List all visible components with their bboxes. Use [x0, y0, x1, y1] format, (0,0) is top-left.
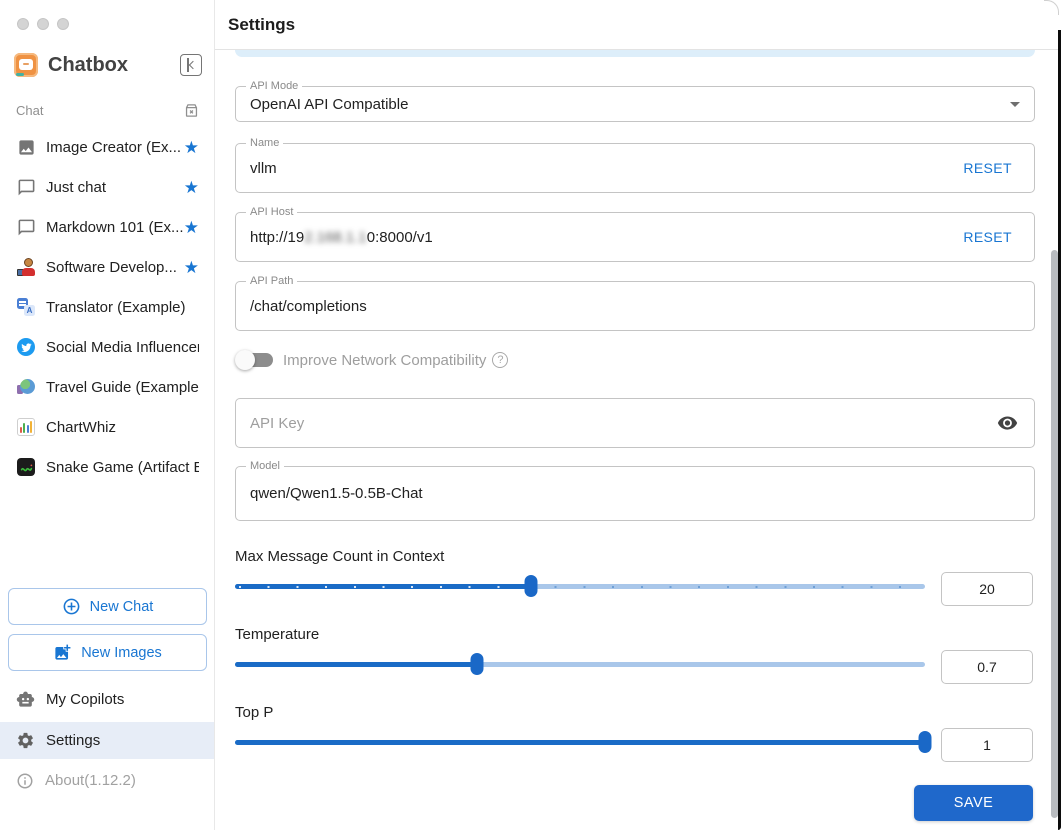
max-message-count-slider[interactable]: [235, 575, 925, 597]
network-compatibility-toggle[interactable]: [235, 347, 273, 373]
scrollbar-thumb[interactable]: [1051, 250, 1058, 818]
chat-item-travel-guide[interactable]: Travel Guide (Example): [0, 367, 214, 407]
api-key-input[interactable]: [250, 399, 938, 447]
globe-icon: [16, 377, 36, 397]
show-password-icon[interactable]: [997, 413, 1018, 434]
my-copilots-label: My Copilots: [46, 691, 125, 708]
minimize-window-icon[interactable]: [37, 18, 49, 30]
save-button[interactable]: SAVE: [914, 785, 1033, 821]
chatbox-app: Chatbox Chat Image Creator (Ex... ★ Just…: [0, 0, 1061, 830]
name-reset-button[interactable]: RESET: [963, 160, 1012, 176]
top-p-slider[interactable]: [235, 731, 932, 753]
chevron-down-icon: [1010, 102, 1020, 107]
star-icon[interactable]: ★: [184, 179, 199, 196]
chat-item-software-developer[interactable]: Software Develop... ★: [0, 247, 214, 287]
api-host-input[interactable]: http://19 2.168.1.1 0:8000/v1: [250, 213, 938, 261]
temperature-slider[interactable]: [235, 653, 925, 675]
chat-item-label: Translator (Example): [46, 298, 186, 316]
robot-icon: [16, 690, 35, 709]
chat-item-label: Just chat: [46, 178, 107, 196]
chat-item-label: Image Creator (Ex...: [46, 138, 182, 156]
api-mode-select[interactable]: API Mode OpenAI API Compatible: [235, 80, 1035, 122]
api-host-field: API Host http://19 2.168.1.1 0:8000/v1 RES…: [235, 206, 1035, 262]
chat-item-translator[interactable]: A Translator (Example): [0, 287, 214, 327]
settings-item[interactable]: Settings: [0, 722, 214, 759]
window-controls: [17, 18, 69, 30]
about-item[interactable]: About(1.12.2): [0, 762, 214, 799]
chat-item-snake-game[interactable]: Snake Game (Artifact E...: [0, 447, 214, 487]
api-path-field: API Path: [235, 275, 1035, 331]
new-chat-button[interactable]: New Chat: [8, 588, 207, 625]
chat-bubble-icon: [16, 177, 36, 197]
app-brand: Chatbox: [14, 52, 202, 78]
api-host-reset-button[interactable]: RESET: [963, 229, 1012, 245]
app-title: Chatbox: [48, 53, 128, 76]
api-path-input[interactable]: [250, 282, 938, 330]
chat-item-label: Markdown 101 (Ex...: [46, 218, 184, 236]
chatbox-logo-icon: [14, 53, 38, 77]
chat-item-chartwhiz[interactable]: ChartWhiz: [0, 407, 214, 447]
page-title: Settings: [228, 14, 296, 34]
slider-thumb[interactable]: [524, 575, 538, 597]
star-icon[interactable]: ★: [184, 139, 199, 156]
gear-icon: [16, 731, 35, 750]
chat-item-markdown-101[interactable]: Markdown 101 (Ex... ★: [0, 207, 214, 247]
chat-section-header: Chat: [16, 101, 200, 119]
top-p-label: Top P: [235, 704, 274, 721]
new-images-button[interactable]: New Images: [8, 634, 207, 671]
close-window-icon[interactable]: [17, 18, 29, 30]
clear-conversations-icon[interactable]: [183, 102, 200, 119]
sidebar: Chatbox Chat Image Creator (Ex... ★ Just…: [0, 0, 215, 830]
add-photo-icon: [53, 643, 72, 662]
image-icon: [16, 137, 36, 157]
bar-chart-icon: [16, 417, 36, 437]
settings-label: Settings: [46, 732, 101, 749]
redacted-host-segment: 2.168.1.1: [304, 228, 367, 246]
developer-icon: [16, 257, 36, 277]
max-message-count-label: Max Message Count in Context: [235, 548, 445, 565]
star-icon[interactable]: ★: [184, 259, 199, 276]
name-input[interactable]: [250, 144, 938, 192]
api-mode-value: OpenAI API Compatible: [250, 95, 409, 113]
network-compatibility-row: Improve Network Compatibility ?: [235, 347, 509, 373]
chat-item-label: Social Media Influencer ...: [46, 338, 199, 356]
add-circle-icon: [62, 597, 81, 616]
info-icon: [16, 772, 34, 790]
network-compatibility-label: Improve Network Compatibility: [283, 351, 487, 369]
collapse-sidebar-icon[interactable]: [180, 54, 202, 76]
chat-item-image-creator[interactable]: Image Creator (Ex... ★: [0, 127, 214, 167]
top-p-value[interactable]: [941, 728, 1033, 762]
chat-list: Image Creator (Ex... ★ Just chat ★ Markd…: [0, 127, 214, 487]
new-chat-label: New Chat: [89, 598, 154, 615]
model-input[interactable]: [250, 467, 938, 520]
star-icon[interactable]: ★: [184, 219, 199, 236]
translate-icon: A: [16, 297, 36, 317]
chat-section-label: Chat: [16, 102, 44, 118]
chat-item-label: Snake Game (Artifact E...: [46, 458, 199, 476]
info-alert-edge: [235, 50, 1035, 57]
chat-item-social-media-influencer[interactable]: Social Media Influencer ...: [0, 327, 214, 367]
temperature-label: Temperature: [235, 626, 320, 643]
temperature-value[interactable]: [941, 650, 1033, 684]
snake-icon: [16, 457, 36, 477]
chat-bubble-icon: [16, 217, 36, 237]
chat-item-label: ChartWhiz: [46, 418, 117, 436]
chat-item-label: Software Develop...: [46, 258, 177, 276]
twitter-icon: [16, 337, 36, 357]
chat-item-just-chat[interactable]: Just chat ★: [0, 167, 214, 207]
zoom-window-icon[interactable]: [57, 18, 69, 30]
api-key-field: [235, 398, 1035, 448]
max-message-count-value[interactable]: [941, 572, 1033, 606]
chat-item-label: Travel Guide (Example): [46, 378, 199, 396]
new-images-label: New Images: [81, 644, 162, 661]
my-copilots-item[interactable]: My Copilots: [0, 681, 214, 718]
settings-header: Settings: [215, 0, 1061, 50]
model-field: Model: [235, 460, 1035, 521]
name-field: Name RESET: [235, 137, 1035, 193]
slider-thumb[interactable]: [918, 731, 932, 753]
slider-thumb[interactable]: [470, 653, 484, 675]
help-icon[interactable]: ?: [492, 352, 509, 368]
settings-panel: Settings API Mode OpenAI API Compatible …: [215, 0, 1061, 830]
about-label: About(1.12.2): [45, 772, 136, 789]
